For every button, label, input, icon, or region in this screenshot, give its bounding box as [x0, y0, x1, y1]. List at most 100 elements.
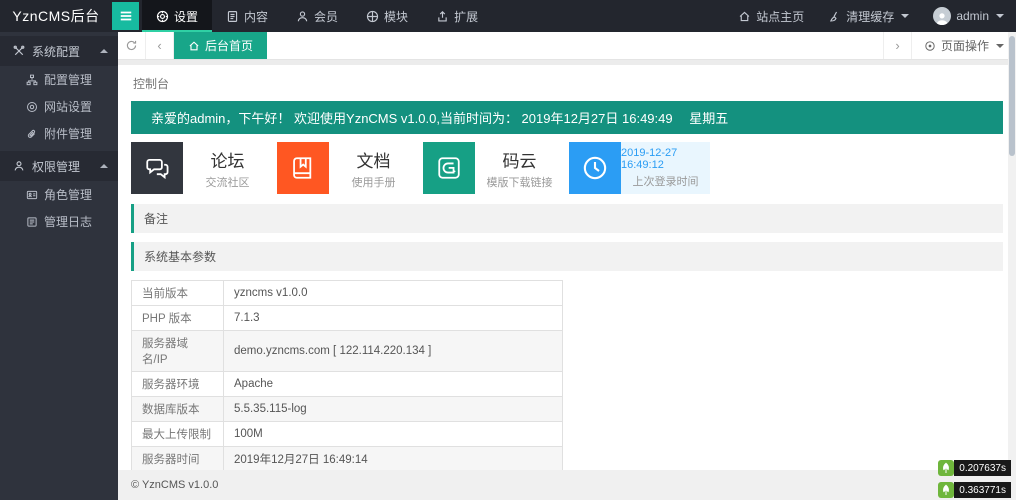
table-row: 服务器域名/IP demo.yzncms.com [ 122.114.220.1…	[131, 330, 563, 372]
topnav-extensions[interactable]: 扩展	[422, 0, 492, 32]
card-title: 码云	[502, 151, 537, 171]
wrench-icon	[13, 45, 25, 57]
page-footer: © YznCMS v1.0.0	[118, 470, 1016, 500]
gear-icon	[26, 101, 38, 113]
sidebar-group-permission[interactable]: 权限管理	[0, 151, 118, 181]
app-logo[interactable]: YznCMS后台	[0, 0, 112, 32]
topnav-members[interactable]: 会员	[282, 0, 352, 32]
clock-icon	[569, 142, 621, 194]
card-gitee[interactable]: 码云 模版下载链接	[423, 142, 564, 194]
topnav-label: 会员	[314, 9, 339, 24]
topbar-right: 站点主页 清理缓存 admin	[726, 0, 1016, 32]
refresh-icon	[125, 39, 138, 52]
sidebar-item-admin-log[interactable]: 管理日志	[0, 208, 118, 235]
topnav-label: 内容	[244, 9, 269, 24]
topnav-modules[interactable]: 模块	[352, 0, 422, 32]
sidebar-item-role-management[interactable]: 角色管理	[0, 181, 118, 208]
sitemap-icon	[26, 74, 38, 86]
runtime-label: 0.207637s	[954, 460, 1011, 476]
card-last-login[interactable]: 2019-12-27 16:49:12 上次登录时间	[569, 142, 710, 194]
user-menu[interactable]: admin	[921, 0, 1016, 32]
chevron-up-icon	[100, 164, 108, 168]
topnav-settings[interactable]: 设置	[142, 0, 213, 32]
table-row: 服务器环境 Apache	[131, 371, 563, 397]
expand-icon	[436, 10, 449, 23]
table-row: 服务器时间 2019年12月27日 16:49:14	[131, 446, 563, 470]
tabbar-spacer	[267, 32, 883, 59]
avatar	[933, 7, 952, 25]
topnav-label: 扩展	[454, 9, 479, 24]
dashboard-panel: 控制台 亲爱的admin，下午好！ 欢迎使用YznCMS v1.0.0,当前时间…	[118, 65, 1016, 470]
refresh-button[interactable]	[118, 32, 146, 59]
trace-badges: 0.207637s 0.363771s	[938, 460, 1011, 498]
breadcrumb: 控制台	[133, 77, 170, 91]
book-icon	[277, 142, 329, 194]
tabbar: ‹ 后台首页 › 页面操作	[118, 32, 1016, 60]
chevron-down-icon	[901, 14, 910, 18]
table-row: 最大上传限制 100M	[131, 421, 563, 447]
welcome-banner: 亲爱的admin，下午好！ 欢迎使用YznCMS v1.0.0,当前时间为： 2…	[131, 101, 1003, 134]
sidebar-item-site-settings[interactable]: 网站设置	[0, 93, 118, 120]
copyright: © YznCMS v1.0.0	[131, 479, 219, 491]
card-title: 文档	[356, 151, 391, 171]
broom-icon	[828, 10, 841, 23]
chevron-up-icon	[100, 49, 108, 53]
leaf-icon	[938, 482, 955, 498]
card-subtitle: 上次登录时间	[632, 176, 699, 188]
app-window: YznCMS后台 设置 内容 会员 模块 扩展 站点主页 清理缓存 admin …	[0, 0, 1016, 500]
paperclip-icon	[26, 128, 38, 140]
home-icon	[738, 10, 751, 23]
idcard-icon	[26, 189, 38, 201]
chevron-down-icon	[996, 14, 1004, 18]
shortcut-cards: 论坛 交流社区 文档 使用手册 码云 模版下载链接 2019-12-27 16:…	[131, 142, 1003, 194]
comments-icon	[131, 142, 183, 194]
gitee-icon	[423, 142, 475, 194]
home-icon	[188, 40, 200, 52]
site-home-link[interactable]: 站点主页	[726, 0, 816, 32]
last-login-time: 2019-12-27 16:49:12	[621, 147, 678, 171]
topnav-label: 模块	[384, 9, 409, 24]
content-area: 控制台 亲爱的admin，下午好！ 欢迎使用YznCMS v1.0.0,当前时间…	[118, 60, 1016, 500]
top-navigation: 设置 内容 会员 模块 扩展	[142, 0, 492, 32]
page-actions-button[interactable]: 页面操作	[910, 32, 1016, 59]
sidebar: 系统配置 配置管理 网站设置 附件管理 权限管理 角色管理 管理日志	[0, 32, 118, 500]
system-params-table: 当前版本 yzncms v1.0.0 PHP 版本 7.1.3 服务器域名/IP…	[131, 280, 563, 470]
trace-badge[interactable]: 0.363771s	[938, 482, 1011, 498]
sidebar-item-config-management[interactable]: 配置管理	[0, 66, 118, 93]
gear-icon	[156, 10, 169, 23]
card-subtitle: 交流社区	[205, 176, 250, 189]
trace-badge[interactable]: 0.207637s	[938, 460, 1011, 476]
section-notes: 备注	[131, 204, 1003, 233]
topbar: YznCMS后台 设置 内容 会员 模块 扩展 站点主页 清理缓存 admin	[0, 0, 1016, 32]
card-docs[interactable]: 文档 使用手册	[277, 142, 418, 194]
user-icon	[13, 160, 25, 172]
scrollbar[interactable]	[1008, 32, 1016, 500]
card-title: 论坛	[210, 151, 245, 171]
table-row: PHP 版本 7.1.3	[131, 305, 563, 331]
sidebar-group-system-config[interactable]: 系统配置	[0, 36, 118, 66]
table-row: 当前版本 yzncms v1.0.0	[131, 280, 563, 306]
tabs-scroll-left-button[interactable]: ‹	[146, 32, 174, 59]
document-icon	[226, 10, 239, 23]
tab-home[interactable]: 后台首页	[174, 32, 268, 59]
card-subtitle: 使用手册	[351, 176, 396, 189]
log-icon	[26, 216, 38, 228]
tabs-scroll-right-button[interactable]: ›	[882, 32, 911, 59]
section-system-params: 系统基本参数	[131, 242, 1003, 271]
menu-icon	[119, 9, 133, 23]
leaf-icon	[938, 460, 955, 476]
topnav-content[interactable]: 内容	[212, 0, 282, 32]
user-icon	[296, 10, 309, 23]
clear-cache-menu[interactable]: 清理缓存	[816, 0, 921, 32]
target-icon	[924, 40, 936, 52]
card-forum[interactable]: 论坛 交流社区	[131, 142, 272, 194]
sidebar-item-attachment-management[interactable]: 附件管理	[0, 120, 118, 147]
module-icon	[366, 10, 379, 23]
card-subtitle: 模版下载链接	[486, 176, 553, 189]
sidebar-toggle-button[interactable]	[112, 2, 139, 30]
runtime-label: 0.363771s	[954, 482, 1011, 498]
table-row: 数据库版本 5.5.35.115-log	[131, 396, 563, 422]
chevron-down-icon	[996, 43, 1004, 48]
scrollbar-thumb[interactable]	[1009, 36, 1015, 156]
topnav-label: 设置	[174, 9, 199, 24]
